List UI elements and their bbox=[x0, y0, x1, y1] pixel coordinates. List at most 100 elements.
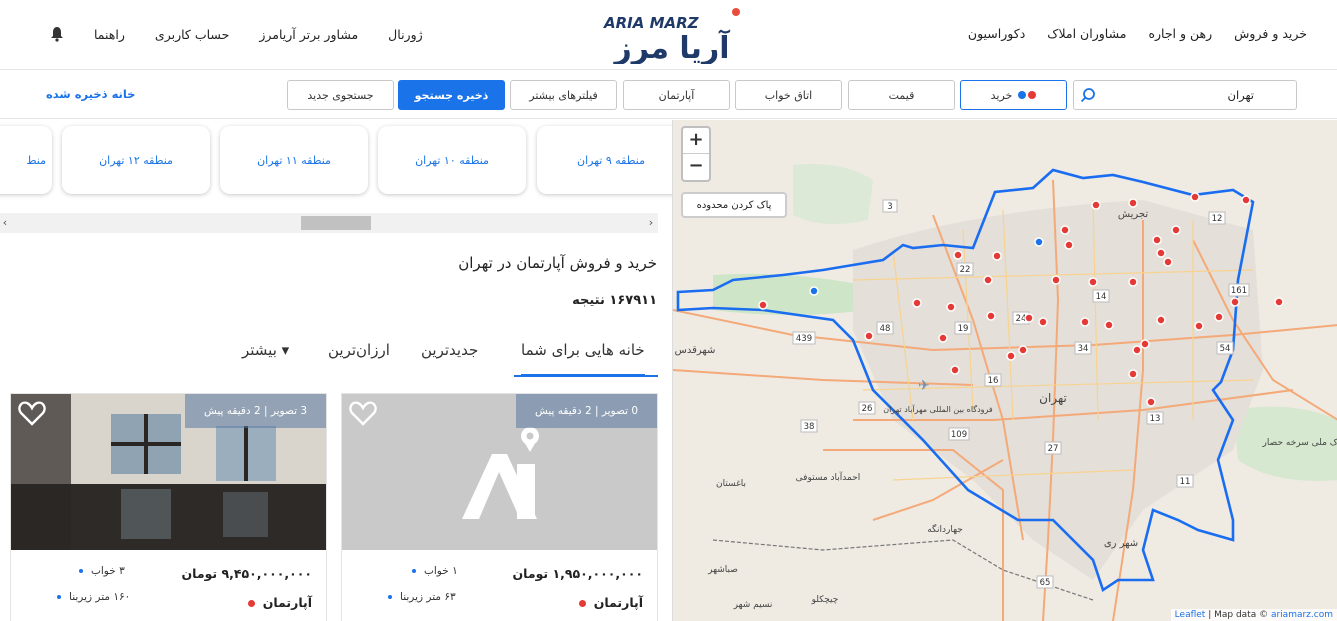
type-filter-button[interactable]: آپارتمان bbox=[623, 80, 730, 110]
top-navigation: خرید و فروش رهن و اجاره مشاوران املاک دک… bbox=[0, 0, 1337, 70]
map-marker[interactable] bbox=[758, 300, 768, 310]
map-marker[interactable] bbox=[1104, 320, 1114, 330]
map-marker[interactable] bbox=[1274, 297, 1284, 307]
map-marker[interactable] bbox=[1241, 195, 1251, 205]
leaflet-link[interactable]: Leaflet bbox=[1175, 610, 1206, 620]
nav-journal-link[interactable]: ژورنال bbox=[388, 27, 422, 42]
saved-homes-link[interactable]: خانه ذخیره شده bbox=[46, 87, 135, 101]
svg-text:14: 14 bbox=[1096, 292, 1107, 302]
map-label-ahmadabad: احمدآباد مستوفی bbox=[796, 471, 861, 483]
map-marker[interactable] bbox=[1006, 351, 1016, 361]
map-marker[interactable] bbox=[1230, 297, 1240, 307]
favorite-heart-icon[interactable] bbox=[18, 400, 46, 426]
rail-line bbox=[712, 539, 1094, 601]
map-marker[interactable] bbox=[950, 365, 960, 375]
map-marker[interactable] bbox=[1214, 312, 1224, 322]
map-marker[interactable] bbox=[1156, 248, 1166, 258]
rooms-filter-button[interactable]: اتاق خواب bbox=[735, 80, 842, 110]
location-search[interactable] bbox=[1073, 80, 1297, 110]
map-marker[interactable] bbox=[1024, 313, 1034, 323]
map-marker[interactable] bbox=[1152, 235, 1162, 245]
map-marker[interactable] bbox=[1146, 397, 1156, 407]
svg-text:22: 22 bbox=[960, 265, 971, 275]
map-marker-selected[interactable] bbox=[809, 286, 819, 296]
listing-bedrooms: ۱ خواب bbox=[412, 565, 458, 577]
map-marker[interactable] bbox=[1190, 192, 1200, 202]
map-label-nasim-shahr: نسیم شهر bbox=[733, 600, 773, 610]
nav-help-link[interactable]: راهنما bbox=[94, 27, 125, 42]
search-icon[interactable] bbox=[1080, 87, 1096, 103]
nav-account-link[interactable]: حساب کاربری bbox=[155, 27, 229, 42]
svg-text:27: 27 bbox=[1048, 444, 1059, 454]
map-marker[interactable] bbox=[1156, 315, 1166, 325]
map-marker[interactable] bbox=[1060, 225, 1070, 235]
district-card-partial[interactable]: منط bbox=[0, 126, 52, 194]
tab-newest[interactable]: جدیدترین bbox=[421, 340, 478, 376]
map-marker[interactable] bbox=[1194, 321, 1204, 331]
district-scrollbar[interactable]: ‹ › bbox=[0, 213, 658, 233]
map-marker-selected[interactable] bbox=[1034, 237, 1044, 247]
zoom-out-button[interactable]: − bbox=[683, 154, 709, 180]
nav-decoration-link[interactable]: دکوراسیون bbox=[968, 26, 1025, 41]
svg-text:26: 26 bbox=[862, 404, 873, 414]
results-title: خرید و فروش آپارتمان در تهران bbox=[458, 254, 657, 272]
map-marker[interactable] bbox=[864, 331, 874, 341]
map-marker[interactable] bbox=[1128, 369, 1138, 379]
listing-card[interactable]: 3 تصویر | 2 دقیقه پیش ۹,۴۵۰,۰۰۰,۰۰۰ توما… bbox=[10, 393, 327, 621]
map-marker[interactable] bbox=[983, 275, 993, 285]
results-map[interactable]: ✈ تهران شهرقدس تجریش شهر ری فرودگاه بین … bbox=[672, 120, 1337, 621]
results-pane: منطقه ۹ تهران منطقه ۱۰ تهران منطقه ۱۱ ته… bbox=[0, 120, 672, 621]
site-logo[interactable]: ARIA MARZ آریا مرز bbox=[600, 6, 745, 66]
scrollbar-thumb[interactable] bbox=[301, 216, 371, 230]
map-marker[interactable] bbox=[1038, 317, 1048, 327]
bell-icon[interactable] bbox=[50, 26, 64, 42]
map-marker[interactable] bbox=[1171, 225, 1181, 235]
map-marker[interactable] bbox=[1128, 198, 1138, 208]
buy-filter-button[interactable]: خرید bbox=[960, 80, 1067, 110]
map-marker[interactable] bbox=[992, 251, 1002, 261]
new-search-button[interactable]: جستجوی جدید bbox=[287, 80, 394, 110]
map-marker[interactable] bbox=[1080, 317, 1090, 327]
map-marker[interactable] bbox=[938, 333, 948, 343]
map-marker[interactable] bbox=[1132, 345, 1142, 355]
map-marker[interactable] bbox=[1128, 277, 1138, 287]
district-card-10[interactable]: منطقه ۱۰ تهران bbox=[378, 126, 526, 194]
scroll-left-arrow-icon[interactable]: ‹ bbox=[0, 217, 10, 229]
results-count: ۱۶۷۹۱۱ نتیجه bbox=[572, 293, 657, 308]
map-marker[interactable] bbox=[1140, 339, 1150, 349]
map-marker[interactable] bbox=[1088, 277, 1098, 287]
map-marker[interactable] bbox=[986, 311, 996, 321]
district-card-11[interactable]: منطقه ۱۱ تهران bbox=[220, 126, 368, 194]
listing-type: آپارتمان bbox=[248, 595, 312, 610]
listing-card[interactable]: 0 تصویر | 2 دقیقه پیش ۱,۹۵۰,۰۰۰,۰۰۰ توما… bbox=[341, 393, 658, 621]
map-marker[interactable] bbox=[1163, 257, 1173, 267]
district-card-12[interactable]: منطقه ۱۲ تهران bbox=[62, 126, 210, 194]
district-card-9[interactable]: منطقه ۹ تهران bbox=[537, 126, 672, 194]
save-search-button[interactable]: ذخیره جستجو bbox=[398, 80, 505, 110]
attribution-site-link[interactable]: ariamarz.com bbox=[1271, 610, 1333, 620]
map-attribution: Leaflet | Map data © ariamarz.com bbox=[1170, 609, 1337, 621]
zoom-in-button[interactable]: + bbox=[683, 128, 709, 154]
more-filters-button[interactable]: فیلترهای بیشتر bbox=[510, 80, 617, 110]
map-marker[interactable] bbox=[1064, 240, 1074, 250]
svg-text:161: 161 bbox=[1231, 286, 1247, 296]
price-filter-button[interactable]: قیمت bbox=[848, 80, 955, 110]
nav-top-agent-link[interactable]: مشاور برتر آریامرز bbox=[259, 27, 358, 42]
map-marker[interactable] bbox=[953, 250, 963, 260]
tab-for-you[interactable]: خانه هایی برای شما bbox=[521, 340, 645, 376]
nav-agents-link[interactable]: مشاوران املاک bbox=[1047, 26, 1126, 41]
scroll-right-arrow-icon[interactable]: › bbox=[646, 217, 656, 229]
tab-more[interactable]: بیشتر ▾ bbox=[242, 340, 289, 376]
map-marker[interactable] bbox=[1018, 345, 1028, 355]
location-search-input[interactable] bbox=[1074, 82, 1264, 108]
favorite-heart-icon[interactable] bbox=[349, 400, 377, 426]
map-marker[interactable] bbox=[912, 298, 922, 308]
nav-rent-link[interactable]: رهن و اجاره bbox=[1148, 26, 1212, 41]
map-marker[interactable] bbox=[1091, 200, 1101, 210]
photo-count-badge: 3 تصویر | 2 دقیقه پیش bbox=[185, 394, 326, 428]
clear-area-button[interactable]: پاک کردن محدوده bbox=[681, 192, 787, 218]
map-marker[interactable] bbox=[946, 302, 956, 312]
tab-cheapest[interactable]: ارزان‌ترین bbox=[328, 340, 390, 376]
nav-buy-sell-link[interactable]: خرید و فروش bbox=[1234, 26, 1307, 41]
map-marker[interactable] bbox=[1051, 275, 1061, 285]
